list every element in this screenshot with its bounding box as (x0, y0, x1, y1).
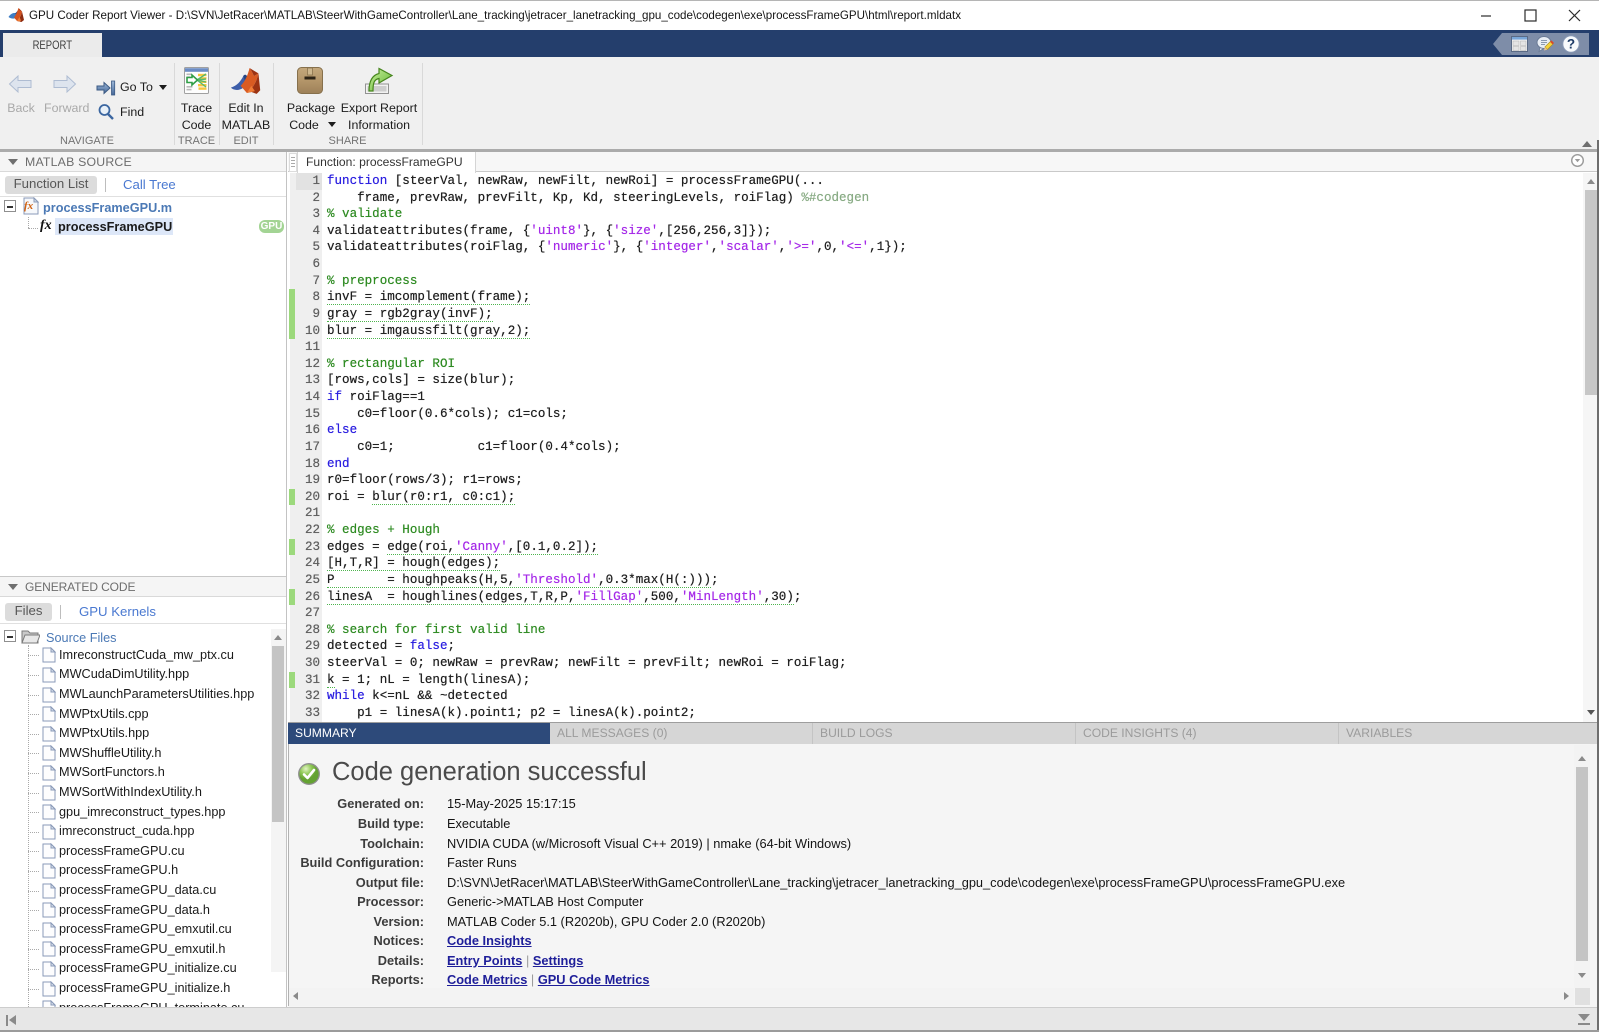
svg-text:?: ? (1567, 37, 1575, 52)
svg-text:fx: fx (24, 200, 34, 212)
